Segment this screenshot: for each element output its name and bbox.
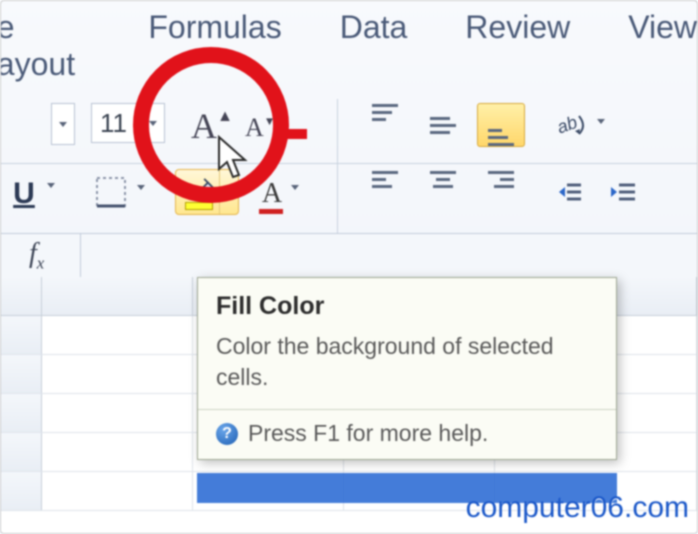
font-color-button[interactable]: A: [255, 173, 289, 215]
align-bottom-button[interactable]: [477, 103, 525, 147]
font-color-swatch: [259, 209, 283, 214]
tooltip-body: Color the background of selected cells.: [216, 331, 598, 393]
svg-text:ab: ab: [554, 112, 580, 138]
watermark-text: computer06.com: [466, 491, 689, 525]
font-size-value: 11: [100, 108, 127, 139]
fx-icon[interactable]: fx: [29, 238, 44, 274]
align-left-button[interactable]: [361, 157, 409, 201]
font-size-dropdown[interactable]: [141, 104, 164, 142]
group-separator: [337, 99, 338, 251]
decrease-indent-button[interactable]: [549, 177, 583, 212]
tooltip-fill-color: Fill Color Color the background of selec…: [197, 277, 617, 460]
borders-button[interactable]: [85, 171, 137, 213]
chevron-down-icon: [149, 121, 157, 126]
orientation-button[interactable]: ab: [549, 107, 593, 143]
tab-formulas[interactable]: Formulas: [148, 9, 281, 83]
increase-indent-button[interactable]: [603, 177, 637, 212]
underline-button[interactable]: U: [0, 173, 49, 215]
alignment-controls: [361, 103, 525, 201]
ribbon-tabs: ge Layout Formulas Data Review View: [0, 1, 697, 95]
tooltip-title: Fill Color: [216, 292, 598, 321]
font-color-icon: A: [262, 178, 282, 210]
borders-icon: [95, 176, 127, 208]
align-center-button[interactable]: [419, 157, 467, 201]
select-all-corner[interactable]: [1, 277, 42, 315]
tooltip-help-text: Press F1 for more help.: [248, 420, 488, 447]
font-size-combo[interactable]: 11: [91, 103, 165, 143]
align-right-button[interactable]: [477, 157, 525, 201]
font-name-dropdown[interactable]: [51, 103, 75, 145]
fill-color-dropdown[interactable]: [219, 170, 238, 214]
font-color-dropdown[interactable]: [291, 185, 299, 190]
align-middle-button[interactable]: [419, 103, 467, 147]
orientation-dropdown[interactable]: [597, 119, 605, 124]
tab-review[interactable]: Review: [465, 9, 570, 83]
align-top-button[interactable]: [361, 103, 409, 147]
chevron-down-icon: [59, 122, 67, 127]
formula-bar: fx: [1, 233, 697, 279]
tab-page-layout[interactable]: ge Layout: [0, 9, 90, 83]
help-icon: ?: [216, 423, 238, 445]
increase-font-size-button[interactable]: A▲: [191, 105, 233, 147]
decrease-indent-icon: [549, 177, 583, 207]
borders-dropdown[interactable]: [137, 185, 145, 190]
increase-indent-icon: [603, 177, 637, 207]
decrease-font-size-button[interactable]: A▼: [245, 113, 275, 143]
tooltip-help-row: ? Press F1 for more help.: [216, 420, 598, 447]
tab-view[interactable]: View: [628, 9, 697, 83]
chevron-down-icon: [225, 190, 233, 195]
excel-ribbon-fragment: ge Layout Formulas Data Review View 11 A…: [0, 0, 698, 534]
fill-color-swatch: [185, 202, 213, 210]
tab-data[interactable]: Data: [340, 9, 408, 83]
orientation-icon: ab: [554, 110, 588, 140]
underline-dropdown[interactable]: [47, 183, 55, 188]
fill-color-button[interactable]: [175, 169, 239, 215]
column-header[interactable]: [42, 277, 193, 315]
